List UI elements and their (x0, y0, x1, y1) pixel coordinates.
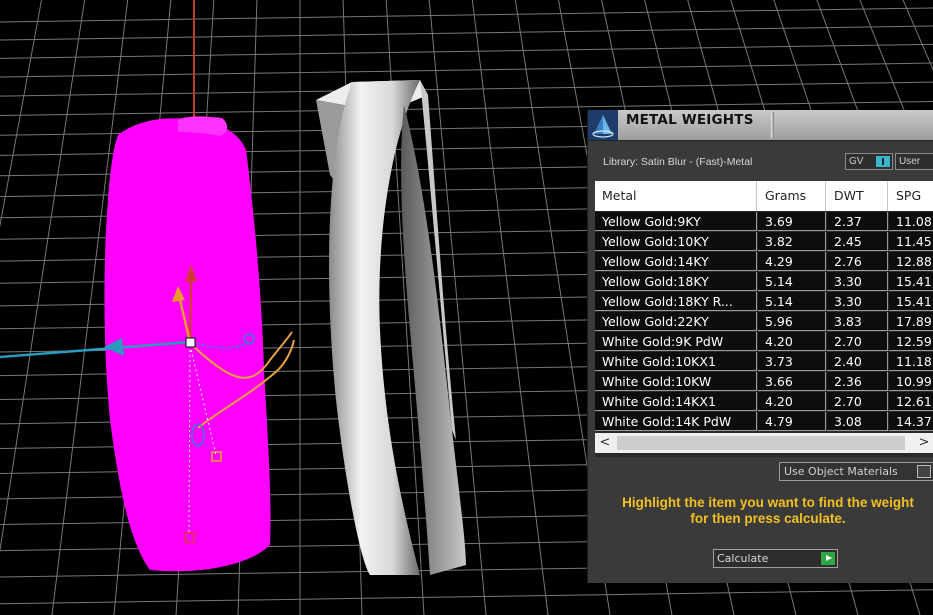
cell-spg: 11.45 (889, 232, 933, 251)
column-header-metal[interactable]: Metal (595, 181, 757, 211)
library-label: Library: Satin Blur - (Fast)-Metal (603, 156, 753, 168)
metal-weights-panel: METAL WEIGHTS Library: Satin Blur - (Fas… (587, 110, 933, 583)
horizontal-scrollbar[interactable]: < > (595, 433, 933, 453)
cell-dwt: 3.83 (827, 312, 888, 331)
cell-grams: 3.66 (758, 372, 826, 391)
table-header: Metal Grams DWT SPG (595, 181, 933, 211)
cell-dwt: 3.30 (827, 292, 888, 311)
cell-metal: Yellow Gold:10KY (595, 232, 757, 251)
cell-grams: 3.82 (758, 232, 826, 251)
cell-spg: 11.08 (889, 212, 933, 231)
cell-metal: White Gold:9K PdW (595, 332, 757, 351)
toggle-knob-icon (876, 156, 890, 167)
cell-dwt: 2.40 (827, 352, 888, 371)
cell-dwt: 3.30 (827, 272, 888, 291)
table-row[interactable]: Yellow Gold:22KY 5.96 3.83 17.89 (595, 312, 933, 331)
table-row[interactable]: Yellow Gold:18KY 5.14 3.30 15.41 (595, 272, 933, 291)
cell-metal: Yellow Gold:18KY R... (595, 292, 757, 311)
gv-toggle[interactable]: GV (845, 153, 893, 170)
scroll-right-arrow-icon[interactable]: > (914, 433, 933, 453)
cell-grams: 4.29 (758, 252, 826, 271)
cell-metal: White Gold:14KX1 (595, 392, 757, 411)
cell-spg: 17.89 (889, 312, 933, 331)
cell-dwt: 2.70 (827, 332, 888, 351)
cell-dwt: 2.37 (827, 212, 888, 231)
cell-grams: 4.20 (758, 392, 826, 411)
cell-metal: White Gold:14K PdW (595, 412, 757, 431)
cell-spg: 12.59 (889, 332, 933, 351)
cell-grams: 5.96 (758, 312, 826, 331)
cell-metal: White Gold:10KW (595, 372, 757, 391)
cell-spg: 15.41 (889, 292, 933, 311)
cell-grams: 5.14 (758, 292, 826, 311)
metal-weights-table[interactable]: Metal Grams DWT SPG Yellow Gold:9KY 3.69 2… (595, 181, 933, 457)
use-object-materials-button[interactable]: Use Object Materials (779, 462, 933, 481)
cell-grams: 4.79 (758, 412, 826, 431)
table-row[interactable]: White Gold:10KW 3.66 2.36 10.99 (595, 372, 933, 391)
instruction-text: Highlight the item you want to find the … (602, 495, 933, 527)
play-icon (821, 552, 835, 565)
scrollbar-thumb[interactable] (617, 436, 905, 450)
cell-spg: 12.61 (889, 392, 933, 411)
instruction-line-2: for then press calculate. (690, 511, 846, 526)
user-toggle-label: User (899, 156, 921, 167)
table-row[interactable]: Yellow Gold:18KY R... 5.14 3.30 15.41 (595, 292, 933, 311)
cell-grams: 3.69 (758, 212, 826, 231)
gv-toggle-label: GV (849, 156, 864, 167)
cell-spg: 15.41 (889, 272, 933, 291)
cell-dwt: 2.76 (827, 252, 888, 271)
table-row[interactable]: Yellow Gold:9KY 3.69 2.37 11.08 (595, 212, 933, 231)
cell-grams: 5.14 (758, 272, 826, 291)
use-object-materials-label: Use Object Materials (784, 465, 898, 478)
table-row[interactable]: White Gold:10KX1 3.73 2.40 11.18 (595, 352, 933, 371)
table-row[interactable]: White Gold:9K PdW 4.20 2.70 12.59 (595, 332, 933, 351)
scroll-left-arrow-icon[interactable]: < (595, 433, 615, 453)
cell-metal: Yellow Gold:9KY (595, 212, 757, 231)
cell-grams: 3.73 (758, 352, 826, 371)
cell-spg: 12.88 (889, 252, 933, 271)
calculate-button[interactable]: Calculate (713, 549, 838, 568)
panel-title: METAL WEIGHTS (626, 112, 754, 128)
column-header-spg[interactable]: SPG (889, 181, 933, 211)
cell-dwt: 2.36 (827, 372, 888, 391)
panel-titlebar[interactable]: METAL WEIGHTS (588, 110, 933, 141)
column-header-dwt[interactable]: DWT (827, 181, 888, 211)
cell-metal: Yellow Gold:18KY (595, 272, 757, 291)
instruction-line-1: Highlight the item you want to find the … (622, 495, 914, 510)
table-row[interactable]: White Gold:14KX1 4.20 2.70 12.61 (595, 392, 933, 411)
user-toggle[interactable]: User (895, 153, 933, 170)
cell-dwt: 2.70 (827, 392, 888, 411)
cell-grams: 4.20 (758, 332, 826, 351)
cell-spg: 10.99 (889, 372, 933, 391)
app-logo-icon (588, 110, 618, 140)
cell-metal: White Gold:10KX1 (595, 352, 757, 371)
cell-spg: 11.18 (889, 352, 933, 371)
cell-dwt: 3.08 (827, 412, 888, 431)
table-row[interactable]: White Gold:14K PdW 4.79 3.08 14.37 (595, 412, 933, 431)
cell-metal: Yellow Gold:22KY (595, 312, 757, 331)
cell-spg: 14.37 (889, 412, 933, 431)
calculate-label: Calculate (717, 552, 769, 565)
cell-metal: Yellow Gold:14KY (595, 252, 757, 271)
title-divider (771, 112, 774, 138)
column-header-grams[interactable]: Grams (758, 181, 826, 211)
use-object-materials-checkbox[interactable] (917, 465, 931, 478)
table-row[interactable]: Yellow Gold:14KY 4.29 2.76 12.88 (595, 252, 933, 271)
cell-dwt: 2.45 (827, 232, 888, 251)
table-row[interactable]: Yellow Gold:10KY 3.82 2.45 11.45 (595, 232, 933, 251)
